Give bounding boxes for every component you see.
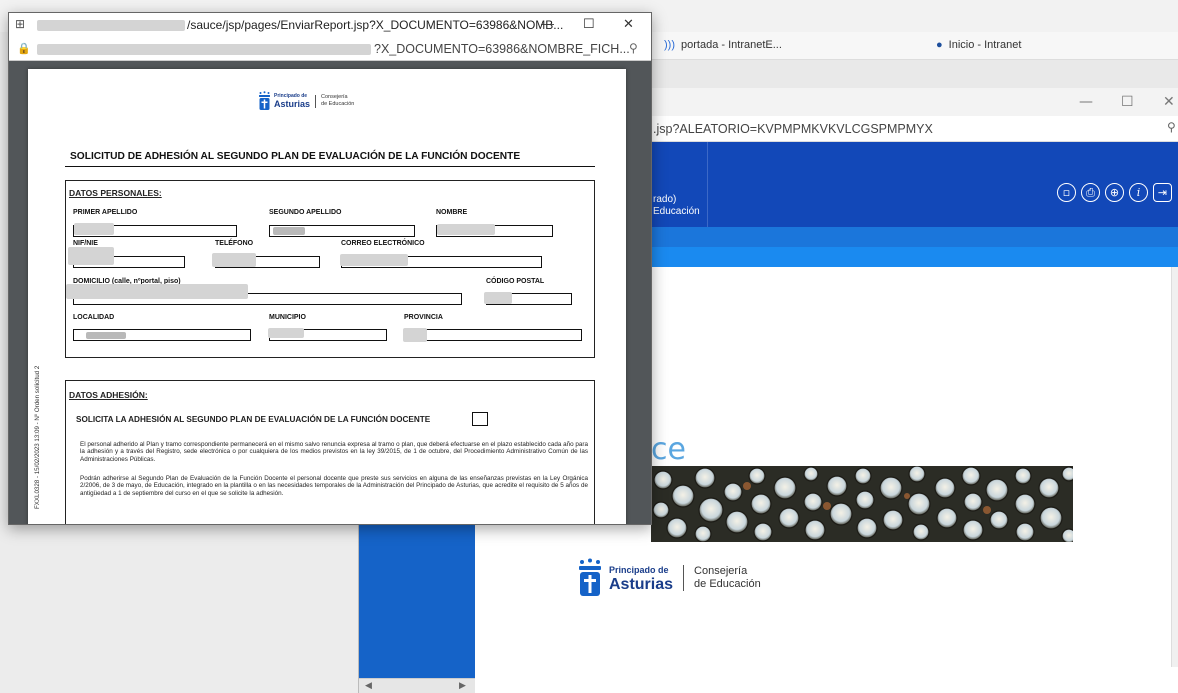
popup-address-bar[interactable]: 🔒 ?X_DOCUMENTO=63986&NOMBRE_FICH... ⚲ (9, 37, 651, 61)
logo-divider (315, 94, 317, 108)
solicita-text: SOLICITA LA ADHESIÓN AL SEGUNDO PLAN DE … (76, 415, 431, 424)
scroll-right-icon[interactable]: ▶ (459, 680, 466, 691)
zoom-icon[interactable]: ⚲ (629, 41, 638, 55)
header-subtitle: rado) Educación (653, 194, 700, 217)
footer-logo: Principado de Asturias Consejería de Edu… (577, 558, 761, 598)
bookmark-icon: ● (936, 39, 943, 51)
vertical-scrollbar[interactable] (1171, 267, 1178, 667)
title-rule (65, 166, 595, 167)
bookmarks-bar: ))) portada - IntranetE... ● Inicio - In… (650, 32, 1178, 60)
field-nif[interactable] (68, 247, 185, 268)
document-logo: Principado de Asturias Consejería de Edu… (258, 91, 354, 111)
redacted-host (37, 20, 185, 31)
label-primer-apellido: PRIMER APELLIDO (73, 209, 138, 216)
bookmark-inicio[interactable]: ● Inicio - Intranet (936, 39, 1021, 51)
background-toolbar (650, 60, 1178, 88)
bookmark-portada[interactable]: ))) portada - IntranetE... (664, 39, 782, 51)
label-nombre: NOMBRE (436, 209, 468, 216)
label-segundo-apellido: SEGUNDO APELLIDO (269, 209, 342, 216)
personal-data-section: DATOS PERSONALES: PRIMER APELLIDO SEGUND… (65, 180, 595, 358)
side-note: FXXL0328 - 15/02/2023 13:09 - Nº Orden s… (34, 365, 41, 509)
field-nombre[interactable] (436, 224, 553, 237)
copy-icon[interactable]: ▫ (1057, 183, 1076, 202)
popup-titlebar: ⊞ /sauce/jsp/pages/EnviarReport.jsp?X_DO… (9, 13, 651, 37)
pdf-page: FXXL0328 - 15/02/2023 13:09 - Nº Orden s… (28, 69, 626, 524)
link-icon: ))) (664, 39, 675, 51)
field-municipio[interactable] (268, 328, 387, 341)
field-primer-apellido[interactable] (73, 223, 237, 237)
label-provincia: PROVINCIA (404, 314, 443, 321)
label-localidad: LOCALIDAD (73, 314, 115, 321)
brand-text: ce (651, 432, 686, 467)
popup-window: ⊞ /sauce/jsp/pages/EnviarReport.jsp?X_DO… (8, 12, 652, 525)
header-divider (707, 142, 708, 227)
zoom-icon[interactable]: ⚲ (1167, 120, 1176, 134)
field-codigo-postal[interactable] (484, 292, 572, 305)
asturias-cross-icon (259, 91, 270, 110)
browser-icon: ⊞ (15, 17, 26, 31)
personal-heading: DATOS PERSONALES: (69, 188, 162, 198)
label-nif: NIF/NIE (73, 240, 98, 247)
adhesion-heading: DATOS ADHESIÓN: (69, 390, 148, 400)
label-codigo-postal: CÓDIGO POSTAL (486, 278, 545, 285)
logo-divider (683, 565, 685, 591)
adhesion-paragraph-2: Podrán adherirse al Segundo Plan de Eval… (80, 475, 588, 497)
print-icon[interactable]: ⎙ (1081, 183, 1100, 202)
lock-icon: 🔒 (17, 43, 31, 55)
field-segundo-apellido[interactable] (269, 225, 415, 237)
field-telefono[interactable] (212, 253, 320, 268)
label-municipio: MUNICIPIO (269, 314, 306, 321)
document-title: SOLICITUD DE ADHESIÓN AL SEGUNDO PLAN DE… (70, 151, 521, 162)
field-domicilio[interactable] (66, 284, 462, 305)
adhesion-paragraph-1: El personal adherido al Plan y tramo cor… (80, 441, 588, 463)
scroll-left-icon[interactable]: ◀ (365, 680, 372, 691)
horizontal-scrollbar[interactable]: ◀ ▶ (359, 678, 475, 693)
label-telefono: TELÉFONO (215, 240, 254, 247)
mosaic-banner-image (651, 465, 1077, 544)
solicita-checkbox[interactable] (472, 412, 488, 426)
maximize-button[interactable]: ☐ (1121, 94, 1134, 110)
popup-close-button[interactable]: ✕ (623, 16, 634, 32)
field-localidad[interactable] (73, 329, 251, 341)
field-provincia[interactable] (403, 328, 582, 342)
exit-icon[interactable]: ⇥ (1153, 183, 1172, 202)
close-button[interactable]: ✕ (1163, 94, 1175, 110)
minimize-button[interactable]: — (1079, 94, 1093, 110)
popup-maximize-button[interactable]: ☐ (583, 16, 595, 32)
popup-minimize-button[interactable]: — (541, 16, 554, 31)
info-icon[interactable]: i (1129, 183, 1148, 202)
pdf-viewer: FXXL0328 - 15/02/2023 13:09 - Nº Orden s… (9, 61, 651, 524)
app-url-text: .jsp?ALEATORIO=KVPMPMKVKVLCGSPMPMYX (653, 122, 933, 136)
target-icon[interactable]: ⊕ (1105, 183, 1124, 202)
label-correo: CORREO ELECTRÓNICO (341, 240, 425, 247)
asturias-cross-icon (579, 558, 601, 596)
field-correo[interactable] (340, 254, 542, 268)
redacted-url (37, 44, 371, 55)
